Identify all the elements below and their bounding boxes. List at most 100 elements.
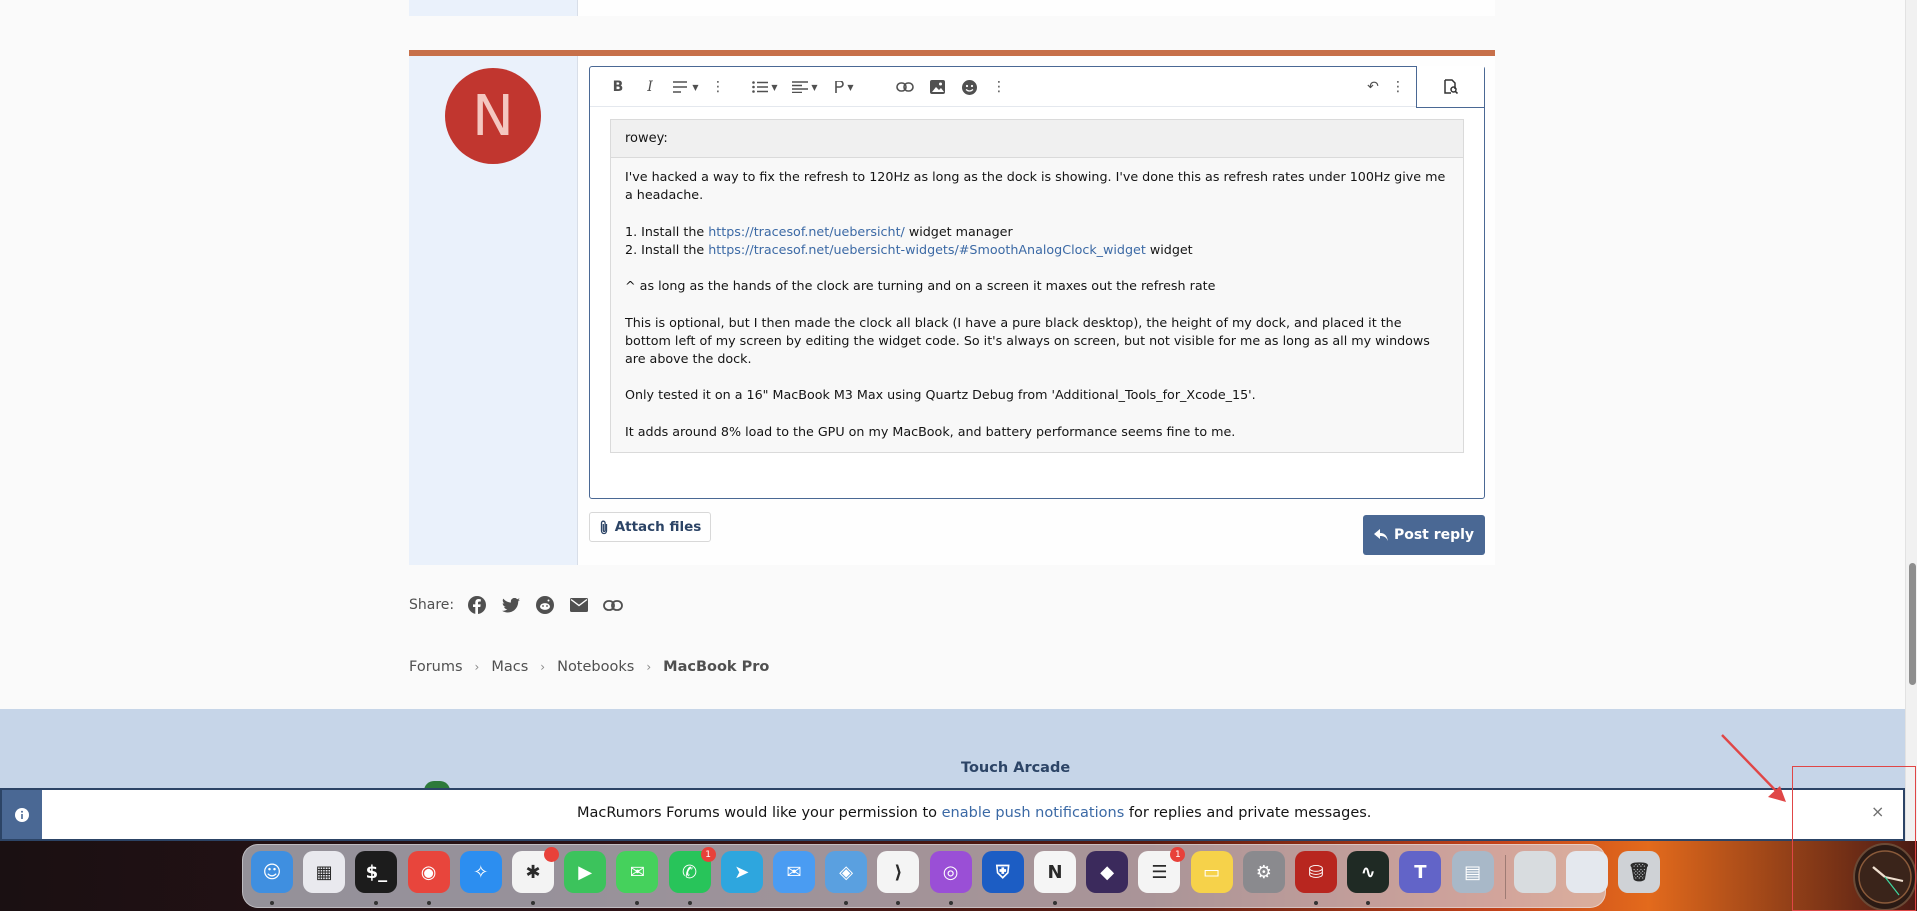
dock-telegram-icon[interactable]: ➤	[720, 851, 763, 893]
dock-database-icon[interactable]: ⛁	[1295, 851, 1337, 893]
email-icon[interactable]	[568, 594, 590, 616]
post-reply-label: Post reply	[1393, 527, 1475, 543]
link-button[interactable]	[894, 75, 916, 99]
share-label: Share:	[409, 597, 455, 613]
dock-slack-icon[interactable]: ✱	[512, 847, 559, 893]
quote-block[interactable]: rowey: I've hacked a way to fix the refr…	[610, 119, 1464, 453]
annotation-highlight-box	[1792, 766, 1916, 911]
align-dropdown[interactable]: ▼	[790, 75, 820, 99]
twitter-icon[interactable]	[500, 594, 522, 616]
dock-activity-monitor-icon[interactable]: ∿	[1347, 851, 1390, 893]
previous-post-remnant	[409, 0, 1495, 16]
paragraph-icon	[835, 81, 845, 93]
image-button[interactable]	[926, 75, 948, 99]
dock-running-indicator	[1053, 901, 1057, 905]
copy-link-icon[interactable]	[602, 594, 624, 616]
italic-button[interactable]: I	[640, 75, 660, 99]
image-icon	[929, 80, 945, 94]
dock-system-settings-icon[interactable]: ⚙	[1242, 851, 1285, 893]
reply-editor[interactable]: B I ▼ ⋮ ▼ ▼ ▼ ⋮ ↶ ⋮ rowey: I've hacked a…	[589, 66, 1485, 499]
breadcrumb-macs[interactable]: Macs	[491, 659, 528, 675]
dock-facetime-icon[interactable]: ▶	[564, 851, 607, 893]
list-dropdown[interactable]: ▼	[750, 75, 780, 99]
dock-running-indicator	[531, 901, 535, 905]
dock-preview-docs-icon[interactable]: ▤	[1451, 851, 1494, 893]
dock-chrome-icon[interactable]: ◉	[407, 851, 450, 893]
align-left-icon	[792, 81, 809, 93]
dock-safari-icon[interactable]: ✧	[459, 851, 502, 893]
breadcrumb-forums[interactable]: Forums	[409, 659, 463, 675]
dock-window-2-icon[interactable]	[1566, 851, 1608, 893]
dock-mail-icon[interactable]: ✉	[773, 851, 815, 893]
list-item-1-prefix: 1. Install the	[625, 223, 709, 239]
smooth-clock-widget-link[interactable]: https://tracesof.net/uebersicht-widgets/…	[708, 242, 1146, 257]
dock-running-indicator	[426, 901, 431, 905]
dock-running-indicator	[1366, 901, 1371, 905]
dock-running-indicator	[896, 901, 901, 905]
quote-paragraph-3: This is optional, but I then made the cl…	[625, 314, 1430, 366]
dock-whatsapp-icon[interactable]: ✆ 1	[668, 847, 716, 893]
dock-running-indicator	[270, 901, 274, 905]
list-item-2-suffix: widget	[1145, 241, 1193, 257]
dock-launchpad-icon[interactable]: ▦	[303, 851, 346, 893]
reply-block: N B I ▼ ⋮ ▼ ▼ ▼ ⋮ ↶ ⋮ rowey: I've hacked…	[409, 50, 1495, 565]
dock-running-indicator	[687, 901, 692, 905]
dock-preview-icon[interactable]: ◈	[825, 851, 868, 893]
dock-notion-icon[interactable]: N	[1034, 851, 1076, 893]
text-style-icon	[673, 81, 688, 93]
push-notification-banner: MacRumors Forums would like your permiss…	[0, 788, 1905, 841]
dock-teams-icon[interactable]: T	[1399, 851, 1442, 893]
bold-button[interactable]: B	[608, 75, 628, 99]
notification-prefix: MacRumors Forums would like your permiss…	[577, 805, 942, 821]
preview-button[interactable]	[1416, 66, 1484, 108]
dock-running-indicator	[635, 901, 640, 905]
dock-reminders-icon[interactable]: ☰ 1	[1138, 847, 1186, 893]
avatar[interactable]: N	[445, 68, 541, 164]
dock-vscode-icon[interactable]: ⟩	[877, 851, 920, 893]
dock-terminal-icon[interactable]: $_	[355, 851, 398, 893]
text-style-dropdown[interactable]: ▼	[668, 75, 704, 99]
touch-arcade-link[interactable]: Touch Arcade	[961, 760, 1070, 776]
more-text-options-button[interactable]: ⋮	[711, 75, 725, 99]
quote-paragraph-4: Only tested it on a 16" MacBook M3 Max u…	[625, 387, 1256, 403]
quote-paragraph-5: It adds around 8% load to the GPU on my …	[625, 423, 1236, 439]
dock-separator	[1505, 855, 1506, 899]
list-item-1-suffix: widget manager	[904, 223, 1013, 239]
undo-button[interactable]: ↶	[1362, 75, 1384, 99]
dock-running-indicator	[844, 901, 849, 905]
enable-push-notifications-link[interactable]: enable push notifications	[942, 805, 1125, 821]
dock-finder-icon[interactable]: ☺	[251, 851, 293, 893]
list-icon	[752, 81, 769, 93]
scrollbar-thumb[interactable]	[1909, 563, 1916, 685]
notification-suffix: for replies and private messages.	[1124, 805, 1372, 821]
more-options-button[interactable]: ⋮	[1391, 75, 1405, 99]
dock-window-1-icon[interactable]	[1513, 851, 1556, 893]
attach-files-label: Attach files	[614, 519, 702, 535]
dock-messages-icon[interactable]: ✉	[616, 851, 659, 893]
attach-files-button[interactable]: Attach files	[589, 512, 711, 542]
preview-icon	[1443, 79, 1458, 94]
quote-list-item-2: 2. Install the https://tracesof.net/uebe…	[625, 241, 1449, 259]
post-reply-button[interactable]: Post reply	[1363, 515, 1485, 555]
breadcrumb-separator-icon: ›	[474, 660, 480, 674]
editor-toolbar: B I ▼ ⋮ ▼ ▼ ▼ ⋮ ↶ ⋮	[590, 66, 1484, 108]
dock-badge: 1	[700, 847, 716, 862]
breadcrumb-macbook-pro[interactable]: MacBook Pro	[663, 659, 769, 675]
dock-notes-icon[interactable]: ▭	[1190, 851, 1233, 893]
dock-ai-chat-icon[interactable]: ◎	[929, 851, 972, 893]
breadcrumb-notebooks[interactable]: Notebooks	[557, 659, 634, 675]
quote-body: I've hacked a way to fix the refresh to …	[611, 158, 1463, 451]
dock-trash-icon[interactable]: 🗑	[1618, 851, 1661, 893]
info-icon	[2, 790, 42, 839]
dock-obsidian-icon[interactable]: ◆	[1086, 851, 1129, 893]
uebersicht-link[interactable]: https://tracesof.net/uebersicht/	[708, 224, 905, 239]
dock-bitwarden-icon[interactable]: ⛨	[981, 851, 1024, 893]
paragraph-dropdown[interactable]: ▼	[830, 75, 858, 99]
reddit-icon[interactable]	[534, 594, 556, 616]
breadcrumb-separator-icon: ›	[646, 660, 652, 674]
paperclip-icon	[600, 520, 607, 534]
more-insert-options-button[interactable]: ⋮	[992, 75, 1006, 99]
share-row: Share:	[409, 594, 624, 616]
emoji-button[interactable]	[958, 75, 980, 99]
facebook-icon[interactable]	[466, 594, 488, 616]
